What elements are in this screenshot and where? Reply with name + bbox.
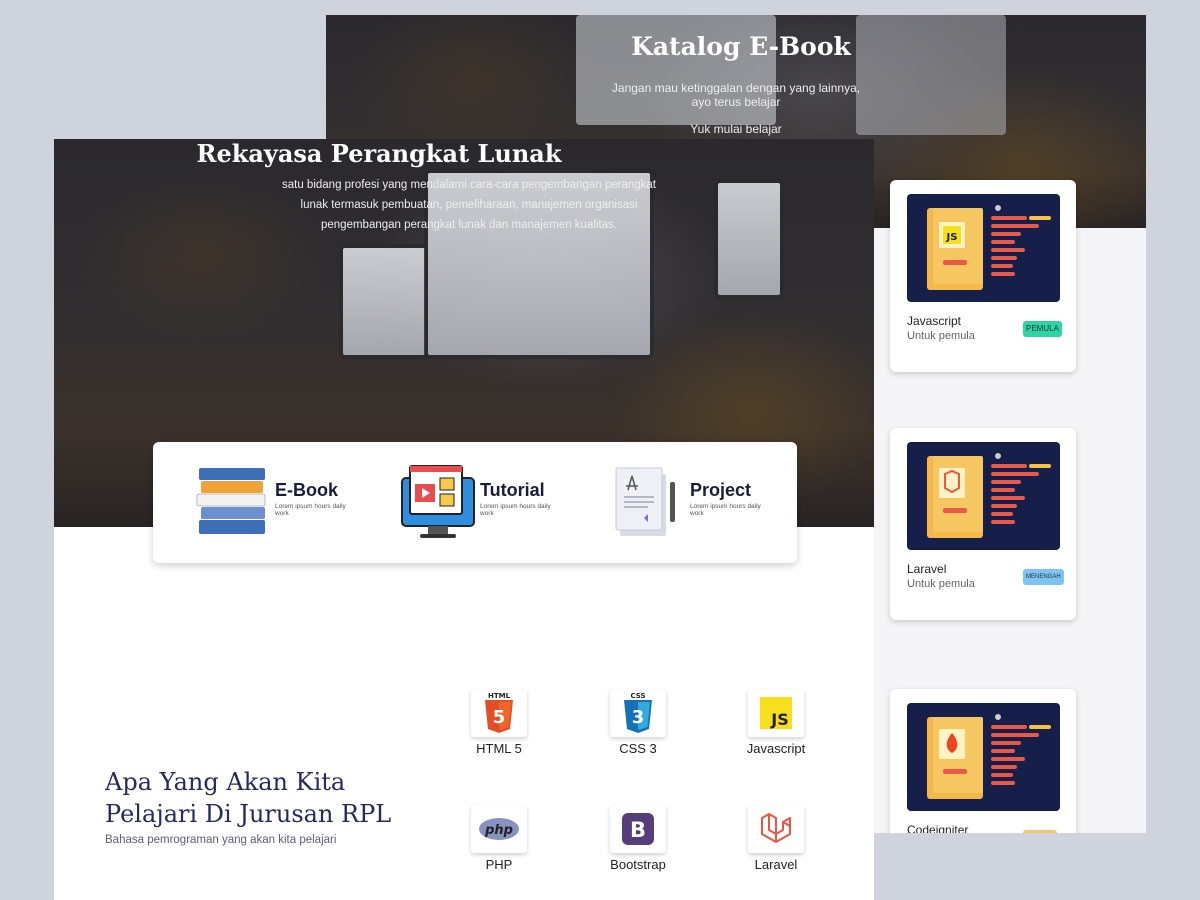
ebook-card-javascript[interactable]: JS Javascript Untuk pemula PEMULA [890,180,1076,372]
php-icon: php [479,818,519,840]
video-tutorial-icon [401,465,475,538]
level-badge [1023,830,1057,833]
feature-subtitle: Lorem ipsum hours daily work [690,503,761,517]
tech-label: Javascript [746,741,806,756]
tech-label: Bootstrap [610,857,666,872]
tech-css3[interactable]: CSS 3 CSS 3 [578,689,698,756]
tech-label: HTML 5 [476,741,522,756]
tech-php[interactable]: php PHP [439,805,559,872]
catalog-cta[interactable]: Yuk mulai belajar [326,122,1146,137]
ebook-card-codeigniter[interactable]: Codeigniter [890,689,1076,833]
feature-tutorial[interactable]: Tutorial Lorem ipsum hours daily work [400,464,560,540]
feature-subtitle: Lorem ipsum hours daily work [480,503,551,517]
svg-text:CSS: CSS [630,692,645,700]
books-icon [196,468,266,534]
tech-laravel[interactable]: Laravel [716,805,836,872]
tech-label: CSS 3 [619,741,657,756]
feature-title: E-Book [275,480,338,500]
learn-subtitle: Bahasa pemrograman yang akan kita pelaja… [105,834,337,846]
tech-javascript[interactable]: JS Javascript [716,689,836,756]
ebook-cover: JS [907,194,1060,302]
ebook-name: Laravel [907,562,947,576]
feature-bar: E-Book Lorem ipsum hours daily work Tuto… [153,442,797,563]
css3-icon: CSS 3 [624,692,652,733]
feature-title: Tutorial [480,480,545,500]
feature-subtitle: Lorem ipsum hours daily work [275,503,346,517]
catalog-title: Katalog E-Book [631,32,851,61]
feature-ebook[interactable]: E-Book Lorem ipsum hours daily work [195,464,355,540]
bootstrap-icon: B [622,813,654,845]
html5-icon: HTML 5 [485,692,513,733]
tech-html5[interactable]: HTML 5 HTML 5 [439,689,559,756]
svg-text:3: 3 [632,707,645,728]
catalog-subtitle-1: Jangan mau ketinggalan dengan yang lainn… [611,81,861,95]
rpl-page: Rekayasa Perangkat Lunak satu bidang pro… [54,139,874,900]
hero-description: satu bidang profesi yang mendalami cara-… [282,179,656,231]
svg-text:php: php [484,823,513,838]
feature-title: Project [690,480,752,500]
ebook-name: Javascript [907,314,962,328]
catalog-subtitle-2: ayo terus belajar [691,95,781,109]
svg-text:HTML: HTML [488,692,511,700]
svg-text:B: B [630,818,646,842]
ebook-desc: Untuk pemula [907,330,975,342]
tech-label: PHP [485,857,513,872]
level-badge: MENENGAH [1023,569,1064,585]
level-badge: PEMULA [1023,321,1062,337]
document-project-icon [615,467,675,536]
learn-title: Apa Yang Akan Kita Pelajari Di Jurusan R… [105,768,392,828]
ebook-cover [907,442,1060,550]
javascript-icon: JS [760,697,792,729]
tech-label: Laravel [754,857,798,872]
svg-text:JS: JS [770,710,788,729]
ebook-name: Codeigniter [907,823,969,833]
feature-project[interactable]: Project Lorem ipsum hours daily work [610,464,770,540]
tech-bootstrap[interactable]: B Bootstrap [578,805,698,872]
ebook-cover [907,703,1060,811]
ebook-desc: Untuk pemula [907,578,975,590]
hero-title: Rekayasa Perangkat Lunak [196,139,562,168]
svg-text:JS: JS [946,232,958,243]
ebook-card-laravel[interactable]: Laravel Untuk pemula MENENGAH [890,428,1076,620]
svg-text:5: 5 [493,707,506,728]
laravel-icon [761,813,791,843]
